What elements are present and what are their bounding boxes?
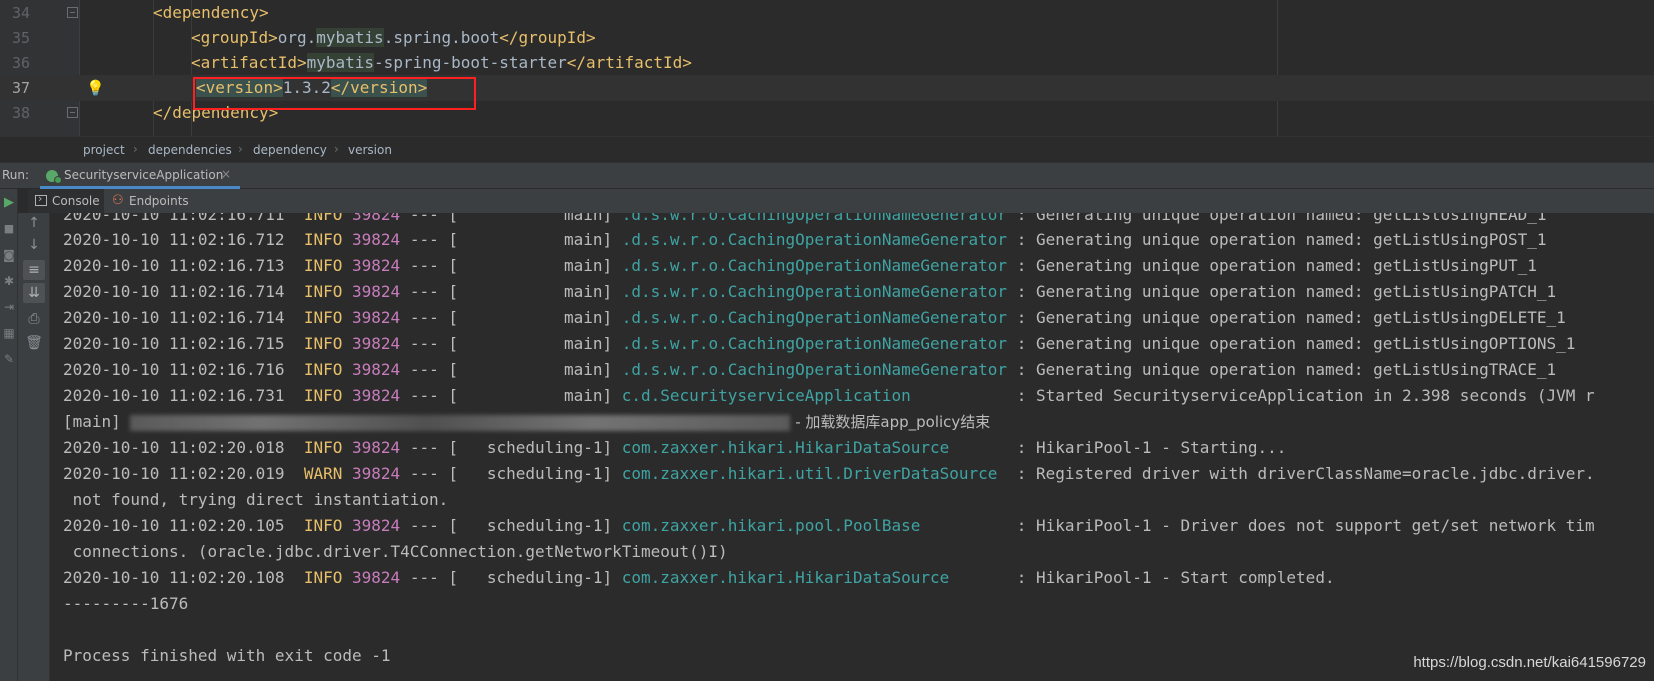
line-number: 35 <box>11 29 30 47</box>
line-number: 37 <box>11 79 30 97</box>
run-subtabs: Console ⚇ Endpoints <box>28 189 1654 213</box>
breadcrumb-item[interactable]: version <box>348 143 392 157</box>
code-text: <dependency> <box>153 3 269 22</box>
log-line: 2020-10-10 11:02:16.714 INFO 39824 --- [… <box>63 308 1566 327</box>
tab-endpoints[interactable]: ⚇ Endpoints <box>108 189 198 213</box>
log-line: connections. (oracle.jdbc.driver.T4CConn… <box>63 542 728 561</box>
code-text: <artifactId>mybatis-spring-boot-starter<… <box>191 53 692 72</box>
console-output[interactable]: 2020-10-10 11:02:16.711 INFO 39824 --- [… <box>51 213 1654 681</box>
breadcrumb-item[interactable]: project <box>83 143 125 157</box>
down-arrow-icon[interactable]: ↓ <box>23 235 45 255</box>
tab-console-label: Console <box>52 194 100 208</box>
log-line: 2020-10-10 11:02:20.105 INFO 39824 --- [… <box>63 516 1595 535</box>
print-icon[interactable]: ⎙ <box>23 309 45 329</box>
trash-icon[interactable]: 🗑 <box>23 333 45 353</box>
log-line: 2020-10-10 11:02:16.711 INFO 39824 --- [… <box>63 213 1547 224</box>
line-number: 36 <box>11 54 30 72</box>
close-icon[interactable]: × <box>221 167 231 181</box>
run-tool-window-header: Run: SecurityserviceApplication × <box>0 162 1654 189</box>
code-line[interactable]: 36 <artifactId>mybatis-spring-boot-start… <box>0 50 1654 76</box>
line-number: 38 <box>11 104 30 122</box>
tab-console[interactable]: Console <box>28 189 104 213</box>
fold-marker-icon[interactable] <box>67 107 78 118</box>
log-line: 2020-10-10 11:02:16.715 INFO 39824 --- [… <box>63 334 1576 353</box>
run-tab[interactable]: SecurityserviceApplication × <box>40 163 240 189</box>
up-arrow-icon[interactable]: ↑ <box>23 213 45 233</box>
watermark: https://blog.csdn.net/kai641596729 <box>1413 654 1646 671</box>
fold-marker-icon[interactable] <box>67 7 78 18</box>
log-line: 2020-10-10 11:02:16.713 INFO 39824 --- [… <box>63 256 1537 275</box>
code-line[interactable]: 35 <groupId>org.mybatis.spring.boot</gro… <box>0 25 1654 51</box>
run-toolbar: ▶ ■ ◙ ✱ ⇥ ▦ ✎ <box>0 189 18 681</box>
log-line-redacted: [main] - 加载数据库app_policy结束 <box>63 412 991 431</box>
log-line: not found, trying direct instantiation. <box>63 490 449 509</box>
console-toolbar: ↑ ↓ ≡ ⇊ ⎙ 🗑 <box>18 213 50 681</box>
log-line: ---------1676 <box>63 594 189 613</box>
log-line: 2020-10-10 11:02:20.019 WARN 39824 --- [… <box>63 464 1595 483</box>
exit-icon[interactable]: ⇥ <box>1 299 17 315</box>
line-number: 34 <box>11 4 30 22</box>
code-editor[interactable]: 34 <dependency> 35 <groupId>org.mybatis.… <box>0 0 1654 136</box>
camera-icon[interactable]: ◙ <box>1 247 17 263</box>
tab-endpoints-label: Endpoints <box>129 194 189 208</box>
breadcrumb-separator-icon: › <box>334 142 339 156</box>
log-line: 2020-10-10 11:02:20.108 INFO 39824 --- [… <box>63 568 1335 587</box>
redacted-blur <box>130 414 791 431</box>
highlight-annotation-box <box>193 77 476 110</box>
log-line: 2020-10-10 11:02:16.731 INFO 39824 --- [… <box>63 386 1595 405</box>
breadcrumb-item[interactable]: dependencies <box>148 143 232 157</box>
stop-icon[interactable]: ■ <box>1 221 17 237</box>
breadcrumb-separator-icon: › <box>238 142 243 156</box>
breadcrumb-item[interactable]: dependency <box>253 143 327 157</box>
scroll-to-end-icon[interactable]: ⇊ <box>23 283 45 303</box>
spring-app-icon <box>46 170 62 184</box>
run-label: Run: <box>2 168 30 182</box>
log-line: 2020-10-10 11:02:16.712 INFO 39824 --- [… <box>63 230 1547 249</box>
code-line[interactable]: 34 <dependency> <box>0 0 1654 26</box>
code-text: <groupId>org.mybatis.spring.boot</groupI… <box>191 28 596 47</box>
layout-icon[interactable]: ▦ <box>1 325 17 341</box>
lightbulb-icon[interactable]: 💡 <box>86 76 105 100</box>
run-icon[interactable]: ▶ <box>1 195 17 211</box>
run-tab-label: SecurityserviceApplication <box>64 168 224 182</box>
breadcrumb-separator-icon: › <box>133 142 138 156</box>
breadcrumb: project › dependencies › dependency › ve… <box>0 136 1654 162</box>
soft-wrap-icon[interactable]: ≡ <box>23 260 45 280</box>
bug-icon[interactable]: ✱ <box>1 273 17 289</box>
log-line-exit: Process finished with exit code -1 <box>63 646 391 665</box>
pin-icon[interactable]: ✎ <box>1 351 17 367</box>
log-line: 2020-10-10 11:02:16.716 INFO 39824 --- [… <box>63 360 1557 379</box>
endpoints-icon: ⚇ <box>112 193 124 208</box>
log-line: 2020-10-10 11:02:16.714 INFO 39824 --- [… <box>63 282 1557 301</box>
console-icon <box>35 192 47 206</box>
log-line: 2020-10-10 11:02:20.018 INFO 39824 --- [… <box>63 438 1287 457</box>
